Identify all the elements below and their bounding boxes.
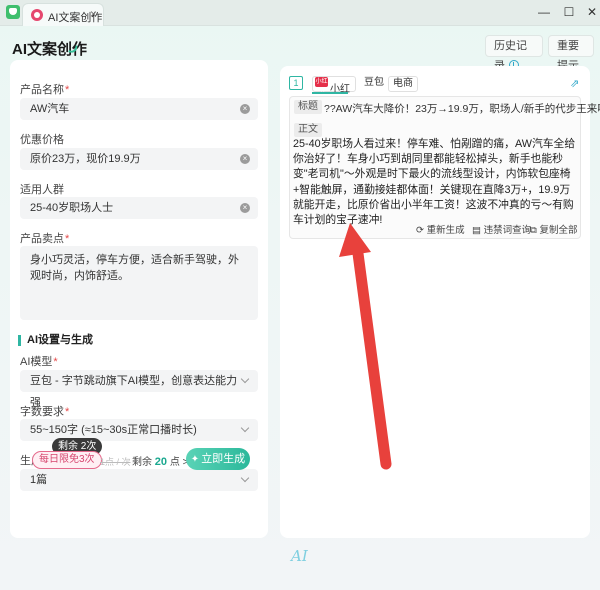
annotation-arrow [339,223,392,470]
footer-ai-logo: AI [291,547,308,565]
